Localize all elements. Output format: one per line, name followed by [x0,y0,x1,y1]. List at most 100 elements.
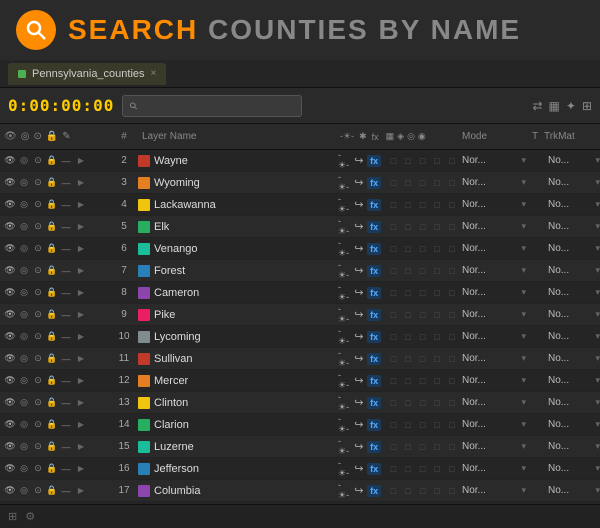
switch-7[interactable]: □ [431,440,444,454]
timeline-search-box[interactable] [122,95,302,117]
audio-icon[interactable]: ◎ [18,353,30,365]
switch-7[interactable]: □ [431,352,444,366]
star-icon[interactable]: ✦ [566,99,576,113]
solo-icon[interactable]: ⊙ [32,463,44,475]
switch-6[interactable]: □ [416,198,429,212]
audio-icon[interactable]: ◎ [18,309,30,321]
switch-6[interactable]: □ [416,264,429,278]
mode-dropdown-arrow[interactable]: ▾ [521,155,526,166]
lock-icon[interactable]: 🔒 [46,155,58,167]
switch-7[interactable]: □ [431,330,444,344]
switch-4[interactable]: □ [387,242,400,256]
switch-timer-icon[interactable]: -☀- [338,176,351,190]
layer-row[interactable]: 👁 ◎ ⊙ 🔒 — ▶ 15 Luzerne -☀- ↪ fx □ □ □ □ … [0,436,600,458]
switch-timer-icon[interactable]: -☀- [338,198,351,212]
layer-color-box[interactable] [138,353,150,365]
layer-name-label[interactable]: Forest [154,265,338,277]
solo-icon[interactable]: ⊙ [32,199,44,211]
eye-icon[interactable]: 👁 [4,331,16,343]
switch-8[interactable]: □ [445,330,458,344]
audio-icon[interactable]: ◎ [18,177,30,189]
switch-8[interactable]: □ [445,154,458,168]
layer-color-box[interactable] [138,397,150,409]
shy-icon[interactable]: — [60,463,72,475]
layer-trkmat-dropdown[interactable]: No... ▾ [544,375,600,386]
fx-badge[interactable]: fx [367,485,381,497]
fx-badge[interactable]: fx [367,287,381,299]
fx-badge[interactable]: fx [367,397,381,409]
trkmat-dropdown-arrow[interactable]: ▾ [595,199,600,210]
export-icon[interactable]: ⊞ [582,99,592,113]
layer-row[interactable]: 👁 ◎ ⊙ 🔒 — ▶ 14 Clarion -☀- ↪ fx □ □ □ □ … [0,414,600,436]
trkmat-dropdown-arrow[interactable]: ▾ [595,331,600,342]
layer-trkmat-dropdown[interactable]: No... ▾ [544,331,600,342]
layer-mode-dropdown[interactable]: Nor... ▾ [458,331,526,342]
layer-row[interactable]: 👁 ◎ ⊙ 🔒 — ▶ 13 Clinton -☀- ↪ fx □ □ □ □ … [0,392,600,414]
switch-5[interactable]: □ [402,374,415,388]
expand-icon[interactable]: ▶ [76,420,86,430]
layer-row[interactable]: 👁 ◎ ⊙ 🔒 — ▶ 5 Elk -☀- ↪ fx □ □ □ □ □ No [0,216,600,238]
trkmat-dropdown-arrow[interactable]: ▾ [595,287,600,298]
layer-row[interactable]: 👁 ◎ ⊙ 🔒 — ▶ 4 Lackawanna -☀- ↪ fx □ □ □ … [0,194,600,216]
layer-row[interactable]: 👁 ◎ ⊙ 🔒 — ▶ 6 Venango -☀- ↪ fx □ □ □ □ □ [0,238,600,260]
eye-icon[interactable]: 👁 [4,199,16,211]
layer-color-box[interactable] [138,177,150,189]
expand-icon[interactable]: ⇄ [532,99,542,113]
audio-icon[interactable]: ◎ [18,441,30,453]
expand-icon[interactable]: ▶ [76,156,86,166]
layer-mode-dropdown[interactable]: Nor... ▾ [458,199,526,210]
layer-color-box[interactable] [138,441,150,453]
audio-icon[interactable]: ◎ [18,463,30,475]
eye-icon[interactable]: 👁 [4,419,16,431]
fx-badge[interactable]: fx [367,441,381,453]
fx-badge[interactable]: fx [367,463,381,475]
layer-trkmat-dropdown[interactable]: No... ▾ [544,287,600,298]
solo-icon[interactable]: ⊙ [32,353,44,365]
switch-4[interactable]: □ [387,220,400,234]
mode-dropdown-arrow[interactable]: ▾ [521,177,526,188]
switch-8[interactable]: □ [445,308,458,322]
switch-timer-icon[interactable]: -☀- [338,308,351,322]
layer-mode-dropdown[interactable]: Nor... ▾ [458,265,526,276]
switch-5[interactable]: □ [402,286,415,300]
layer-trkmat-dropdown[interactable]: No... ▾ [544,155,600,166]
layer-mode-dropdown[interactable]: Nor... ▾ [458,221,526,232]
switch-5[interactable]: □ [402,440,415,454]
fx-badge[interactable]: fx [367,331,381,343]
switch-7[interactable]: □ [431,418,444,432]
switch-8[interactable]: □ [445,176,458,190]
expand-icon[interactable]: ▶ [76,332,86,342]
switch-4[interactable]: □ [387,440,400,454]
switch-8[interactable]: □ [445,286,458,300]
fx-badge[interactable]: fx [367,265,381,277]
layer-trkmat-dropdown[interactable]: No... ▾ [544,397,600,408]
switch-5[interactable]: □ [402,154,415,168]
solo-icon[interactable]: ⊙ [32,419,44,431]
switch-timer-icon[interactable]: -☀- [338,330,351,344]
layer-trkmat-dropdown[interactable]: No... ▾ [544,309,600,320]
layer-row[interactable]: 👁 ◎ ⊙ 🔒 — ▶ 16 Jefferson -☀- ↪ fx □ □ □ … [0,458,600,480]
switch-6[interactable]: □ [416,462,429,476]
shy-icon[interactable]: — [60,199,72,211]
layer-color-box[interactable] [138,419,150,431]
shy-icon[interactable]: — [60,221,72,233]
fx-badge[interactable]: fx [367,221,381,233]
switch-timer-icon[interactable]: -☀- [338,484,351,498]
switch-4[interactable]: □ [387,352,400,366]
eye-icon[interactable]: 👁 [4,287,16,299]
trkmat-dropdown-arrow[interactable]: ▾ [595,221,600,232]
switch-7[interactable]: □ [431,396,444,410]
fx-badge[interactable]: fx [367,155,381,167]
layer-mode-dropdown[interactable]: Nor... ▾ [458,287,526,298]
layer-row[interactable]: 👁 ◎ ⊙ 🔒 — ▶ 10 Lycoming -☀- ↪ fx □ □ □ □… [0,326,600,348]
switch-6[interactable]: □ [416,440,429,454]
trkmat-dropdown-arrow[interactable]: ▾ [595,397,600,408]
expand-icon[interactable]: ▶ [76,222,86,232]
layer-color-box[interactable] [138,243,150,255]
switch-8[interactable]: □ [445,396,458,410]
switch-8[interactable]: □ [445,374,458,388]
switch-8[interactable]: □ [445,352,458,366]
footer-settings-icon[interactable]: ⚙ [25,510,35,523]
fx-badge[interactable]: fx [367,419,381,431]
switch-6[interactable]: □ [416,352,429,366]
